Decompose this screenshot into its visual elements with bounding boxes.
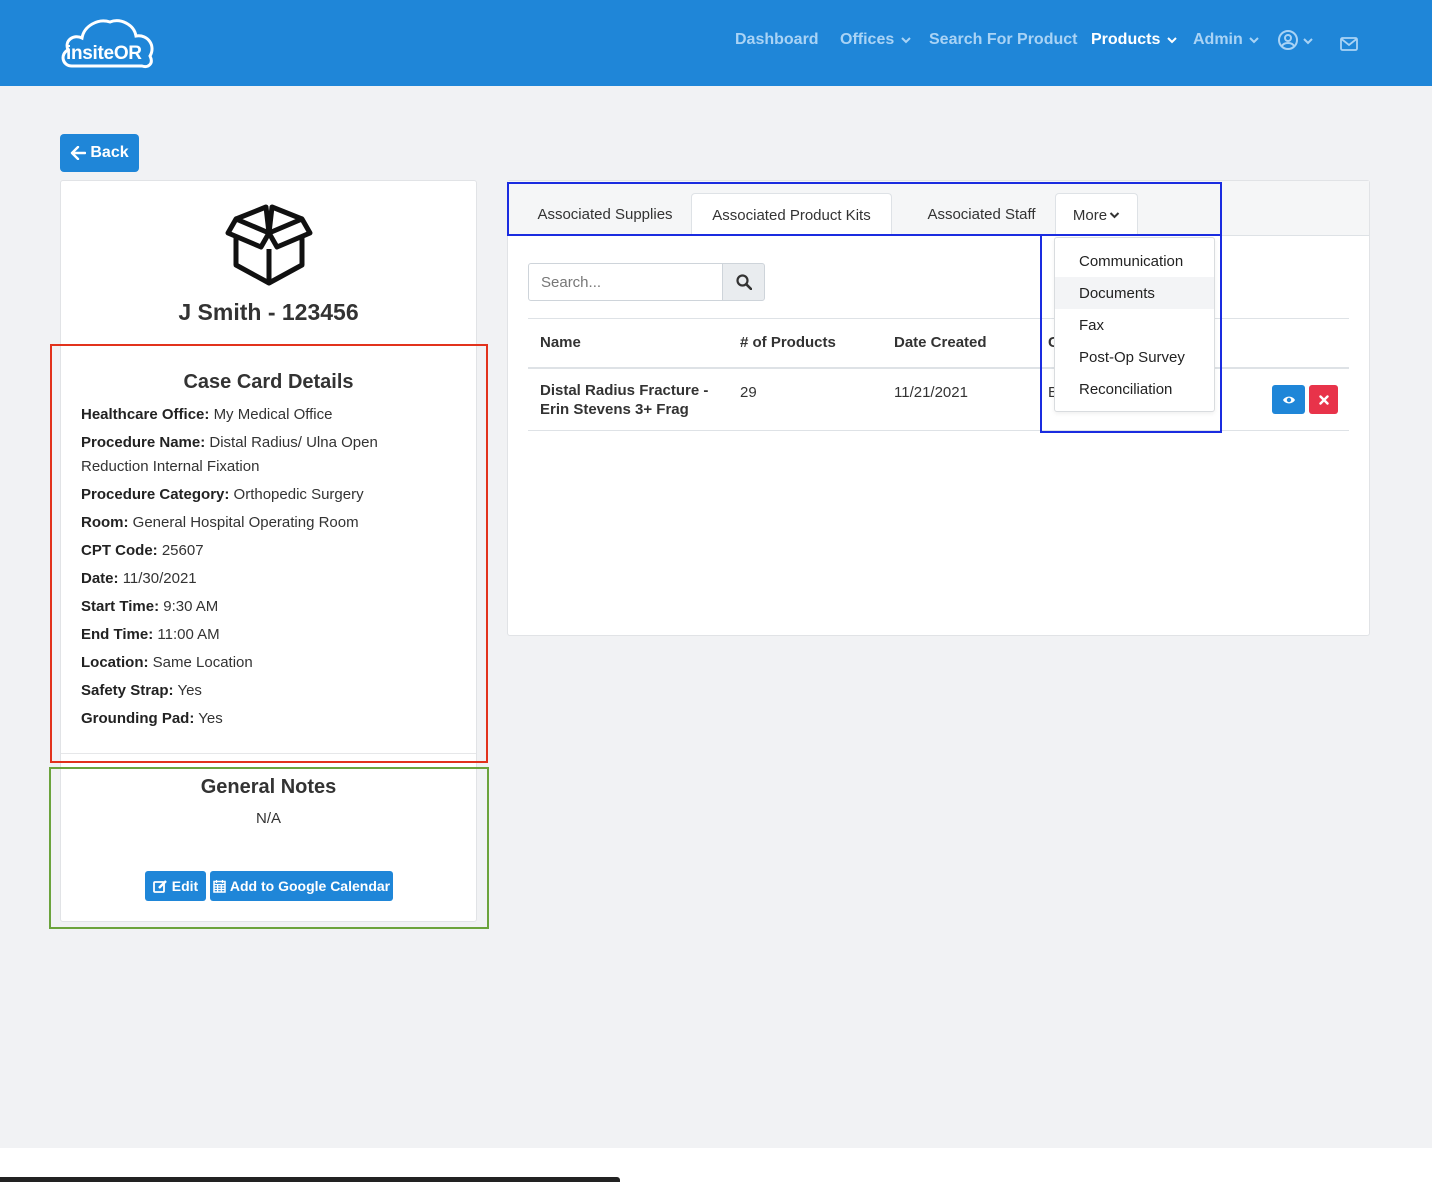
tab-associated-supplies[interactable]: Associated Supplies xyxy=(520,193,690,236)
detail-procedure-category: Procedure Category: Orthopedic Surgery xyxy=(81,483,411,507)
nav-admin-label: Admin xyxy=(1193,31,1243,48)
table-row-date: 11/21/2021 xyxy=(894,384,968,401)
detail-label: Grounding Pad: xyxy=(81,710,195,727)
detail-label: Start Time: xyxy=(81,598,160,615)
detail-value: 11/30/2021 xyxy=(122,570,197,587)
column-header-name: Name xyxy=(540,334,581,351)
case-title: J Smith - 123456 xyxy=(178,299,359,325)
case-card-details-heading: Case Card Details xyxy=(183,371,354,393)
general-notes-heading: General Notes xyxy=(200,776,337,798)
divider xyxy=(61,345,476,346)
detail-value: 9:30 AM xyxy=(163,598,219,615)
kit-name: Distal Radius Fracture - Erin Stevens 3+… xyxy=(540,382,709,418)
detail-label: Location: xyxy=(81,654,149,671)
column-header-date-created: Date Created xyxy=(894,334,987,351)
tab-bar: Associated Supplies Associated Product K… xyxy=(508,181,1369,236)
detail-value: General Hospital Operating Room xyxy=(132,514,359,531)
nav-products-label: Products xyxy=(1091,31,1161,48)
associations-panel: Associated Supplies Associated Product K… xyxy=(507,180,1370,636)
eye-icon xyxy=(1282,396,1295,403)
edit-icon xyxy=(152,880,167,893)
detail-value: Orthopedic Surgery xyxy=(233,486,364,503)
detail-end-time: End Time: 11:00 AM xyxy=(81,623,411,647)
detail-room: Room: General Hospital Operating Room xyxy=(81,511,411,535)
user-circle-icon xyxy=(1278,30,1313,50)
edit-label: Edit xyxy=(171,878,199,894)
nav-admin[interactable]: Admin xyxy=(1193,31,1259,49)
detail-value: 25607 xyxy=(161,542,204,559)
open-box-icon xyxy=(225,204,313,286)
detail-grounding-pad: Grounding Pad: Yes xyxy=(81,707,411,731)
menu-item-documents[interactable]: Documents xyxy=(1055,277,1214,309)
menu-item-fax[interactable]: Fax xyxy=(1055,309,1214,341)
case-card-panel: J Smith - 123456 Case Card Details Healt… xyxy=(60,180,477,922)
detail-location: Location: Same Location xyxy=(81,651,411,675)
back-button[interactable]: Back xyxy=(60,134,139,172)
column-header-products: # of Products xyxy=(740,334,836,351)
tab-more-label: More xyxy=(1072,206,1108,224)
close-icon xyxy=(1318,394,1329,405)
user-menu[interactable] xyxy=(1277,29,1313,58)
chevron-down-icon xyxy=(1249,37,1259,44)
detail-value: Yes xyxy=(198,710,223,727)
detail-label: Date: xyxy=(81,570,119,587)
table-row-border xyxy=(528,430,1349,431)
general-notes-value: N/A xyxy=(255,810,281,827)
nav-offices[interactable]: Offices xyxy=(840,31,911,49)
top-navbar: insiteOR Dashboard Offices Search For Pr… xyxy=(0,0,1432,86)
table-header-border xyxy=(528,367,1349,369)
more-dropdown-menu: Communication Documents Fax Post-Op Surv… xyxy=(1054,237,1215,412)
edit-button[interactable]: Edit xyxy=(145,871,206,901)
detail-value: Same Location xyxy=(152,654,253,671)
search-icon xyxy=(735,274,752,290)
tab-more[interactable]: More xyxy=(1055,193,1138,236)
detail-value: Yes xyxy=(177,682,202,699)
nav-offices-label: Offices xyxy=(840,31,895,48)
insiteor-logo[interactable]: insiteOR xyxy=(58,16,158,70)
logo-text: insiteOR xyxy=(66,43,142,64)
view-button[interactable] xyxy=(1272,385,1305,414)
delete-button[interactable] xyxy=(1309,385,1338,414)
detail-value: My Medical Office xyxy=(213,406,333,423)
envelope-icon[interactable] xyxy=(1340,37,1358,56)
search-input[interactable] xyxy=(528,263,723,301)
tab-associated-product-kits[interactable]: Associated Product Kits xyxy=(691,193,892,236)
scrollbar[interactable] xyxy=(0,1177,620,1182)
detail-cpt-code: CPT Code: 25607 xyxy=(81,539,411,563)
detail-label: Healthcare Office: xyxy=(81,406,210,423)
menu-item-communication[interactable]: Communication xyxy=(1055,245,1214,277)
detail-label: Procedure Name: xyxy=(81,434,206,451)
chevron-down-icon xyxy=(1109,212,1120,219)
chevron-down-icon xyxy=(1167,37,1177,44)
tab-associated-staff[interactable]: Associated Staff xyxy=(902,193,1061,236)
menu-item-reconciliation[interactable]: Reconciliation xyxy=(1055,373,1214,405)
detail-safety-strap: Safety Strap: Yes xyxy=(81,679,411,703)
table-top-border xyxy=(528,318,1349,319)
arrow-left-icon xyxy=(71,146,87,160)
detail-label: End Time: xyxy=(81,626,154,643)
back-label: Back xyxy=(90,144,129,161)
detail-start-time: Start Time: 9:30 AM xyxy=(81,595,411,619)
case-card-details-list: Healthcare Office: My Medical Office Pro… xyxy=(81,403,411,735)
detail-label: Room: xyxy=(81,514,129,531)
table-row-name: Distal Radius Fracture - Erin Stevens 3+… xyxy=(540,381,725,419)
nav-dashboard[interactable]: Dashboard xyxy=(735,31,819,49)
detail-label: CPT Code: xyxy=(81,542,158,559)
detail-date: Date: 11/30/2021 xyxy=(81,567,411,591)
detail-label: Safety Strap: xyxy=(81,682,174,699)
detail-value: 11:00 AM xyxy=(157,626,220,643)
nav-products[interactable]: Products xyxy=(1091,31,1177,49)
calendar-icon xyxy=(213,880,226,893)
chevron-down-icon xyxy=(900,37,911,44)
divider xyxy=(61,753,476,754)
detail-label: Procedure Category: xyxy=(81,486,230,503)
table-row-products: 29 xyxy=(740,384,757,401)
search-button[interactable] xyxy=(722,263,765,301)
nav-search-for-product[interactable]: Search For Product xyxy=(929,31,1077,49)
calendar-label: Add to Google Calendar xyxy=(229,878,391,894)
add-to-google-calendar-button[interactable]: Add to Google Calendar xyxy=(210,871,393,901)
detail-procedure-name: Procedure Name: Distal Radius/ Ulna Open… xyxy=(81,431,411,479)
menu-item-post-op-survey[interactable]: Post-Op Survey xyxy=(1055,341,1214,373)
detail-healthcare-office: Healthcare Office: My Medical Office xyxy=(81,403,411,427)
